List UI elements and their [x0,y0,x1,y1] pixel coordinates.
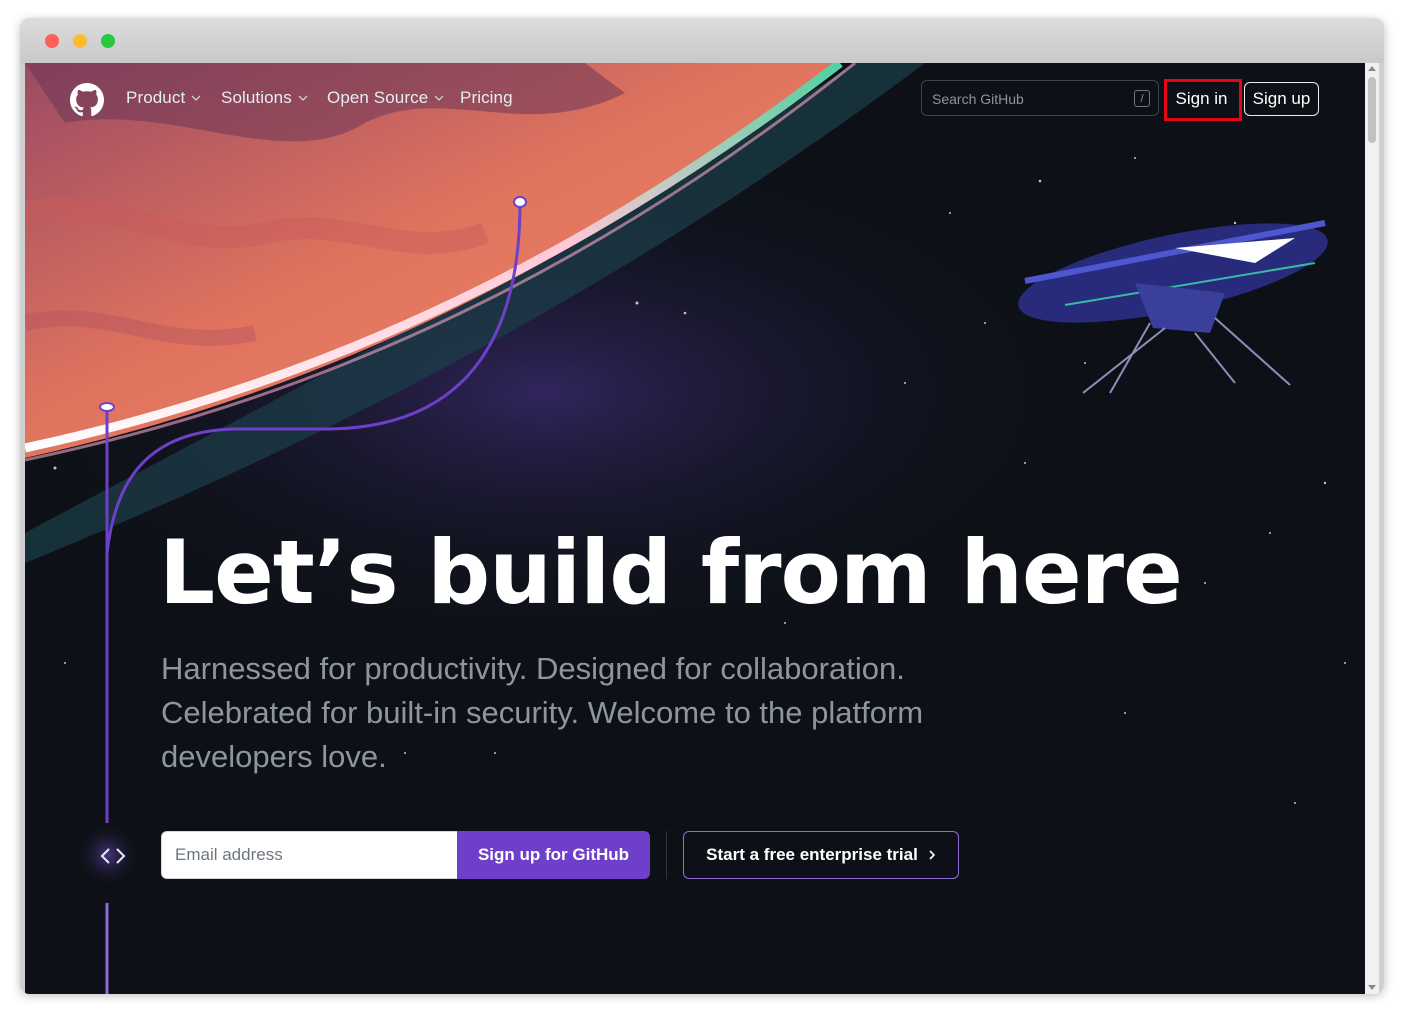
hero-title: Let’s build from here [159,521,1183,624]
nav-product[interactable]: Product [126,88,201,108]
search-input[interactable] [932,89,1122,109]
close-window-button[interactable] [45,34,59,48]
vertical-scrollbar[interactable] [1365,63,1379,994]
cta-divider [666,831,667,879]
nav-solutions-label: Solutions [221,88,292,107]
email-input[interactable] [161,831,457,879]
chevron-right-icon [929,850,935,860]
github-logo-icon[interactable] [70,83,104,117]
minimize-window-button[interactable] [73,34,87,48]
search-shortcut-key: / [1134,90,1150,107]
hero-subtitle: Harnessed for productivity. Designed for… [161,651,924,774]
chevron-down-icon [298,95,308,101]
sign-up-button[interactable]: Sign up [1244,82,1319,116]
page-viewport: Product Solutions Open Source Pricing / … [25,63,1365,994]
enterprise-trial-label: Start a free enterprise trial [706,845,918,864]
scroll-down-arrow-icon[interactable] [1368,985,1376,990]
enterprise-trial-button[interactable]: Start a free enterprise trial [683,831,959,879]
nav-open-source[interactable]: Open Source [327,88,444,108]
maximize-window-button[interactable] [101,34,115,48]
nav-product-label: Product [126,88,186,107]
scrollbar-thumb[interactable] [1368,77,1376,143]
browser-window: Product Solutions Open Source Pricing / … [20,18,1384,994]
nav-pricing[interactable]: Pricing [460,88,513,108]
nav-pricing-label: Pricing [460,88,513,107]
sign-up-for-github-button[interactable]: Sign up for GitHub [457,831,650,879]
nav-open-source-label: Open Source [327,88,429,107]
scroll-up-arrow-icon[interactable] [1368,66,1376,71]
code-icon [100,848,126,864]
nav-solutions[interactable]: Solutions [221,88,308,108]
search-box[interactable]: / [921,80,1159,116]
chevron-down-icon [191,95,201,101]
chevron-down-icon [434,95,444,101]
sign-in-link[interactable]: Sign in [1165,81,1238,117]
window-titlebar [20,18,1384,63]
